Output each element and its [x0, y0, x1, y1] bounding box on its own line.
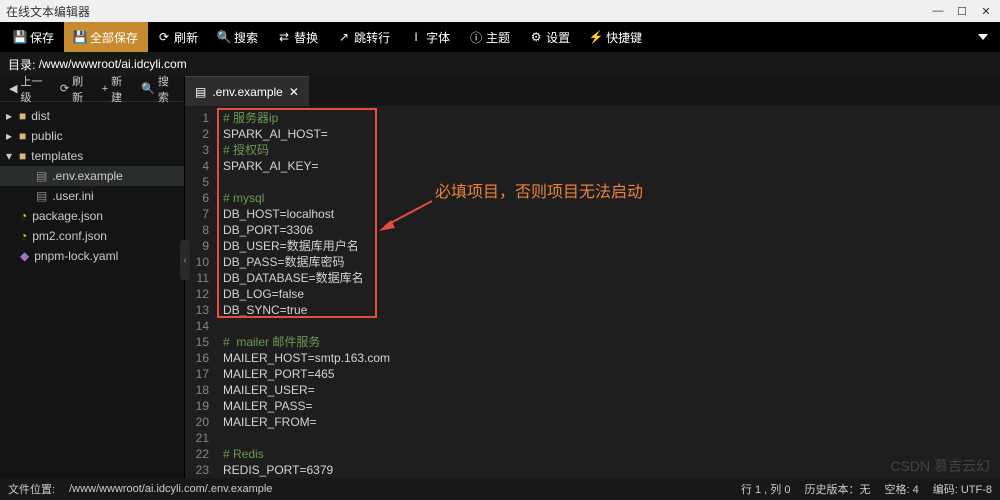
window-minimize-button[interactable]: —: [930, 3, 946, 19]
menu-shortcuts[interactable]: ⚡快捷键: [580, 22, 652, 52]
status-line-col[interactable]: 行 1 , 列 0: [741, 481, 791, 497]
file-icon: ▤: [36, 169, 47, 183]
path-label: 目录:: [8, 56, 35, 73]
menu-bar: 💾保存 💾全部保存 ⟳刷新 🔍搜索 ⇄替换 ↗跳转行 I字体 ⓘ主题 ⚙设置 ⚡…: [0, 22, 1000, 52]
path-value: /www/wwwroot/ai.idcyli.com: [39, 57, 187, 71]
window-maximize-button[interactable]: ☐: [954, 3, 970, 19]
search-icon: 🔍: [218, 31, 230, 43]
editor-area: ▤ .env.example ✕ 12345678910111213141516…: [185, 76, 1000, 478]
theme-icon: ⓘ: [470, 31, 482, 43]
menu-goto[interactable]: ↗跳转行: [328, 22, 400, 52]
chevron-right-icon: ▸: [6, 109, 14, 123]
folder-icon: ■: [19, 149, 26, 163]
folder-icon: ■: [19, 129, 26, 143]
sidebar-refresh-button[interactable]: ⟳ 刷新: [55, 73, 95, 105]
menu-save[interactable]: 💾保存: [4, 22, 64, 52]
code-area[interactable]: # 服务器ipSPARK_AI_HOST=# 授权码SPARK_AI_KEY=#…: [215, 106, 1000, 478]
folder-icon: ■: [19, 109, 26, 123]
status-encoding[interactable]: 编码: UTF-8: [933, 481, 992, 497]
save-icon: 💾: [14, 31, 26, 43]
lightning-icon: ⚡: [590, 31, 602, 43]
status-bar: 文件位置: /www/wwwroot/ai.idcyli.com/.env.ex…: [0, 478, 1000, 500]
tree-folder-public[interactable]: ▸■public: [0, 126, 184, 146]
file-tree: ▸■dist ▸■public ▾■templates ▤.env.exampl…: [0, 102, 184, 270]
file-icon: ▤: [36, 189, 47, 203]
menu-collapse-button[interactable]: [978, 34, 996, 40]
file-icon: ▤: [195, 85, 206, 99]
line-gutter: 1234567891011121314151617181920212223242…: [185, 106, 215, 478]
menu-replace[interactable]: ⇄替换: [268, 22, 328, 52]
tab-close-icon[interactable]: ✕: [289, 85, 299, 99]
tree-file-package-json[interactable]: ◔package.json: [0, 206, 184, 226]
tree-file-user-ini[interactable]: ▤.user.ini: [0, 186, 184, 206]
tab-bar: ▤ .env.example ✕: [185, 76, 1000, 106]
sidebar-resize-handle[interactable]: ‹: [180, 240, 190, 280]
menu-search[interactable]: 🔍搜索: [208, 22, 268, 52]
title-bar: 在线文本编辑器 — ☐ ✕: [0, 0, 1000, 22]
tab-env-example[interactable]: ▤ .env.example ✕: [185, 76, 309, 106]
chevron-down-icon: ▾: [6, 149, 14, 163]
menu-theme[interactable]: ⓘ主题: [460, 22, 520, 52]
status-filepath-label: 文件位置:: [8, 481, 55, 497]
sidebar-toolbar: ◀ 上一级 ⟳ 刷新 + 新建 🔍 搜索: [0, 76, 184, 102]
menu-font[interactable]: I字体: [400, 22, 460, 52]
tree-folder-templates[interactable]: ▾■templates: [0, 146, 184, 166]
status-history[interactable]: 历史版本：无: [804, 481, 870, 497]
tree-file-env-example[interactable]: ▤.env.example: [0, 166, 184, 186]
status-filepath: /www/wwwroot/ai.idcyli.com/.env.example: [69, 483, 272, 495]
menu-save-all[interactable]: 💾全部保存: [64, 22, 148, 52]
font-icon: I: [410, 31, 422, 43]
yaml-icon: ◆: [20, 249, 29, 263]
menu-settings[interactable]: ⚙设置: [520, 22, 580, 52]
refresh-icon: ⟳: [158, 31, 170, 43]
sidebar-up-button[interactable]: ◀ 上一级: [4, 73, 53, 105]
window-title: 在线文本编辑器: [6, 3, 90, 20]
json-icon: ◔: [20, 209, 27, 223]
sidebar-search-button[interactable]: 🔍 搜索: [136, 73, 180, 105]
save-all-icon: 💾: [74, 31, 86, 43]
goto-icon: ↗: [338, 31, 350, 43]
chevron-right-icon: ▸: [6, 129, 14, 143]
sidebar-new-button[interactable]: + 新建: [97, 73, 134, 105]
gear-icon: ⚙: [530, 31, 542, 43]
replace-icon: ⇄: [278, 31, 290, 43]
status-spaces[interactable]: 空格: 4: [884, 481, 918, 497]
menu-refresh[interactable]: ⟳刷新: [148, 22, 208, 52]
window-close-button[interactable]: ✕: [978, 3, 994, 19]
sidebar: ◀ 上一级 ⟳ 刷新 + 新建 🔍 搜索 ▸■dist ▸■public ▾■t…: [0, 76, 185, 478]
chevron-down-icon: [978, 34, 988, 40]
tree-file-pm2-conf[interactable]: ◔pm2.conf.json: [0, 226, 184, 246]
tree-file-pnpm-lock[interactable]: ◆pnpm-lock.yaml: [0, 246, 184, 266]
json-icon: ◔: [20, 229, 27, 243]
tab-label: .env.example: [212, 85, 282, 99]
tree-folder-dist[interactable]: ▸■dist: [0, 106, 184, 126]
